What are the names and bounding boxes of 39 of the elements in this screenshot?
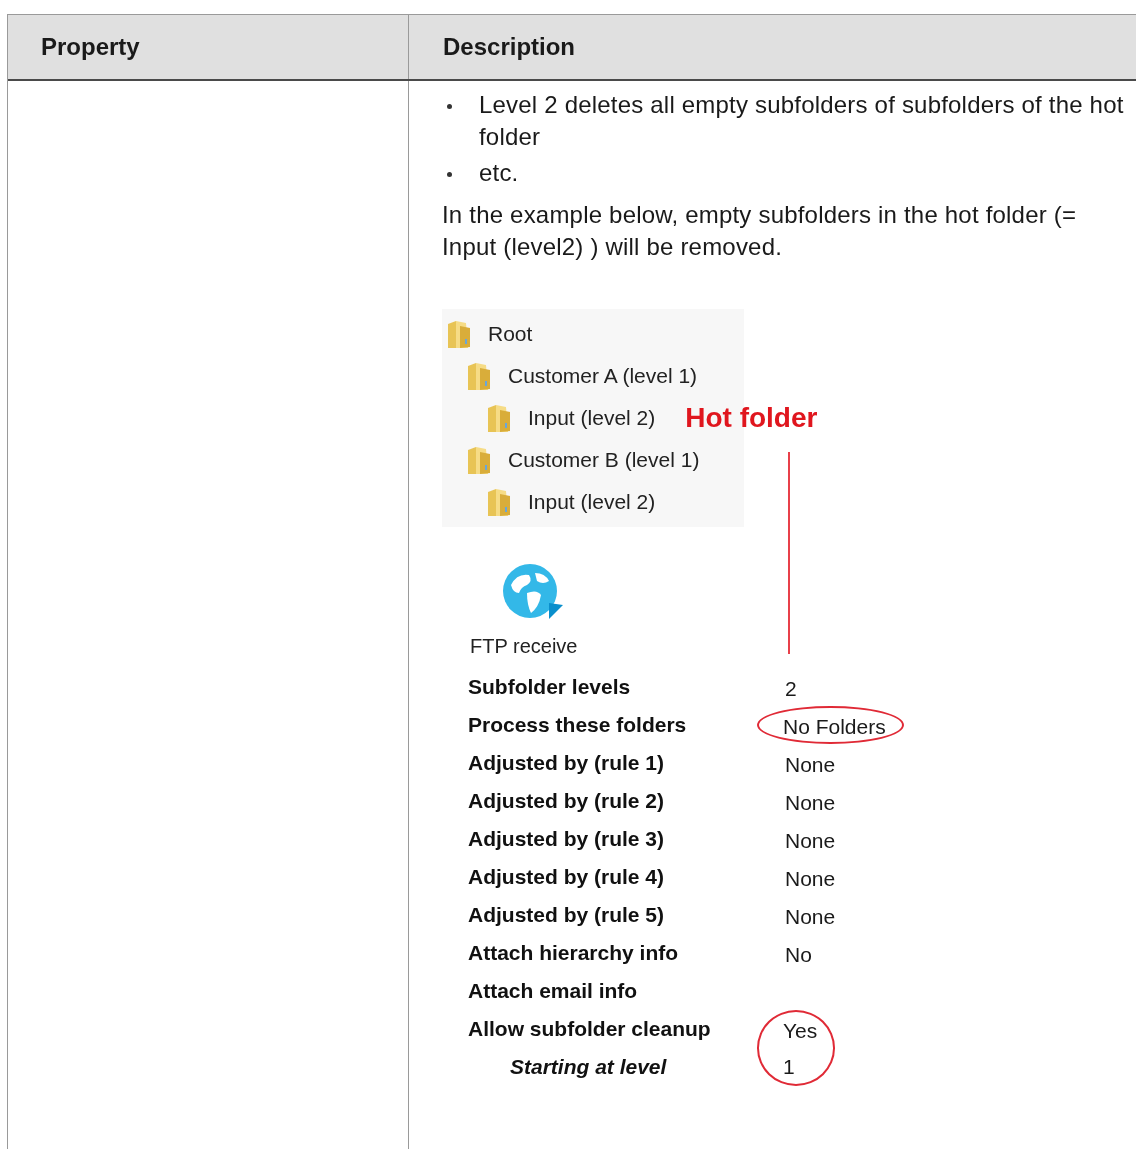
- property-value: None: [785, 791, 836, 814]
- bullet-icon: [447, 104, 452, 109]
- property-label: Process these folders: [468, 712, 688, 738]
- property-value: None: [785, 905, 836, 928]
- property-value: Yes: [783, 1019, 818, 1042]
- annotation-label: Hot folder: [685, 402, 818, 434]
- folder-icon: [486, 486, 512, 518]
- property-label: Adjusted by (rule 3): [468, 826, 666, 852]
- property-label: Adjusted by (rule 2): [468, 788, 666, 814]
- folder-label: Input (level 2): [528, 490, 656, 514]
- property-label: Attach email info: [468, 978, 639, 1004]
- folder-icon: [466, 444, 492, 476]
- property-value: None: [785, 867, 836, 890]
- property-label: Adjusted by (rule 5): [468, 902, 666, 928]
- property-label: Starting at level: [509, 1054, 668, 1080]
- folder-icon: [446, 318, 472, 350]
- folder-icon: [486, 402, 512, 434]
- bullet-text: etc.: [479, 158, 519, 188]
- folder-label: Customer A (level 1): [508, 364, 698, 388]
- app-label: FTP receive: [470, 635, 578, 658]
- folder-label: Input (level 2): [528, 406, 656, 430]
- property-label: Adjusted by (rule 1): [468, 750, 666, 776]
- bullet-icon: [447, 172, 452, 177]
- description-text: In the example below, empty subfolders in the hot folder (= Input (level2) ) will be removed.: [442, 200, 1078, 262]
- property-value: 1: [783, 1055, 795, 1078]
- column-header: Description: [442, 32, 577, 62]
- property-value: None: [785, 753, 836, 776]
- property-value: 2: [785, 677, 797, 700]
- folder-icon: [466, 360, 492, 392]
- property-label: Allow subfolder cleanup: [468, 1016, 712, 1042]
- property-value: No: [785, 943, 812, 966]
- folder-label: Customer B (level 1): [508, 448, 700, 472]
- folder-label: Root: [488, 322, 533, 346]
- property-label: Attach hierarchy info: [468, 940, 680, 966]
- property-value: None: [785, 829, 836, 852]
- column-header: Property: [8, 15, 409, 79]
- property-value: No Folders: [783, 715, 886, 738]
- property-label: Subfolder levels: [468, 674, 632, 700]
- property-label: Adjusted by (rule 4): [468, 864, 666, 890]
